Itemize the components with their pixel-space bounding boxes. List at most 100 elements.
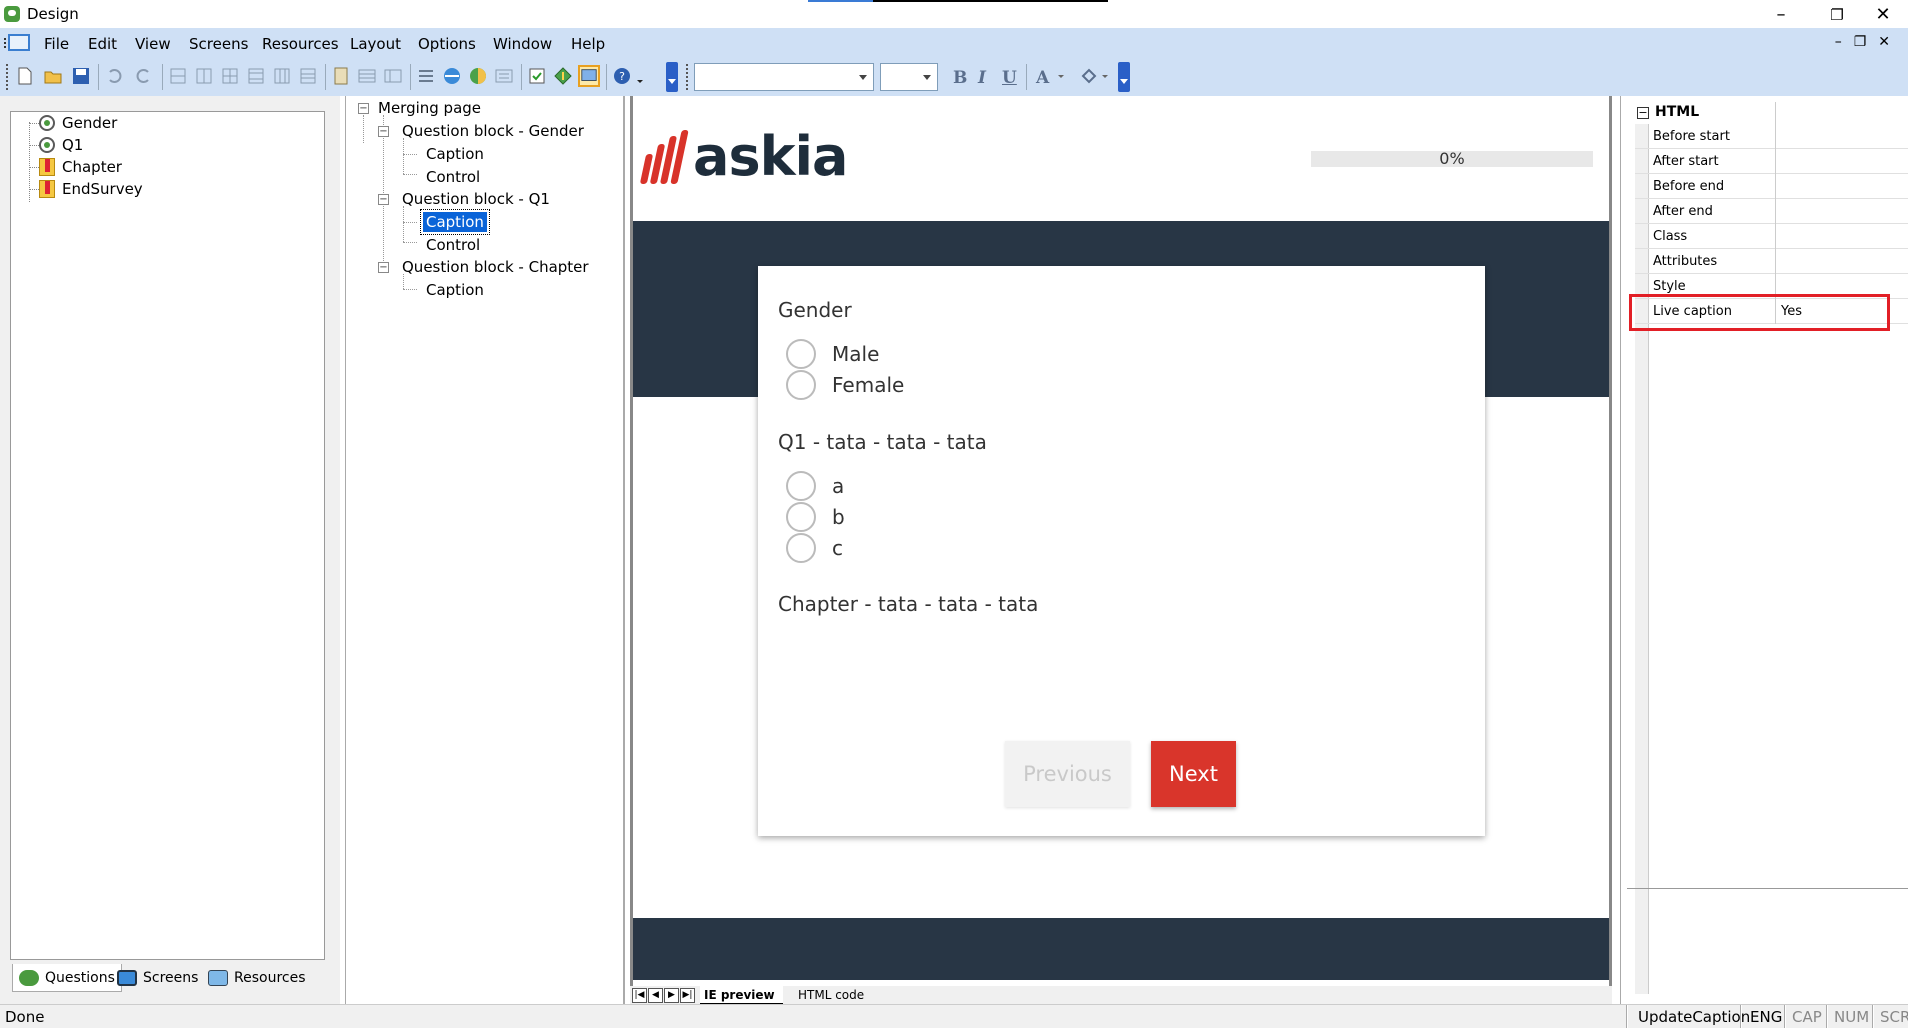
minimize-button[interactable]: – <box>1756 2 1806 28</box>
redo-icon[interactable] <box>133 65 155 87</box>
tree-block-chapter[interactable]: Question block - Chapter <box>402 257 589 277</box>
property-row-attributes[interactable]: Attributes <box>1635 249 1908 274</box>
tab-questions[interactable]: Questions <box>12 964 122 992</box>
option-a[interactable]: a <box>786 471 844 501</box>
tab-html-code[interactable]: HTML code <box>790 986 872 1004</box>
last-tab-icon[interactable]: ▶| <box>680 988 695 1003</box>
radio-button[interactable] <box>786 533 816 563</box>
menu-resources[interactable]: Resources <box>262 35 339 53</box>
panel-splitter[interactable] <box>1627 888 1908 889</box>
tab-ie-preview[interactable]: IE preview <box>700 986 783 1004</box>
option-female[interactable]: Female <box>786 370 904 400</box>
table-settings-icon[interactable] <box>382 65 404 87</box>
restore-button[interactable]: ❐ <box>1812 2 1862 28</box>
question-tree[interactable]: Gender Q1 Chapter EndSurvey <box>10 111 325 960</box>
tree-item-q1[interactable]: Q1 <box>39 134 83 156</box>
option-b[interactable]: b <box>786 502 845 532</box>
insert-grid-icon[interactable] <box>219 65 241 87</box>
fill-color-icon[interactable] <box>1078 65 1100 87</box>
ie-preview-pane[interactable]: askia 0% Gender Male Female Q1 - tata - … <box>630 96 1612 988</box>
tree-node-caption[interactable]: Caption <box>426 280 484 300</box>
tree-node-control[interactable]: Control <box>426 167 480 187</box>
menu-layout[interactable]: Layout <box>350 35 401 53</box>
option-c[interactable]: c <box>786 533 843 563</box>
insert-before-icon[interactable] <box>167 65 189 87</box>
rows-icon[interactable] <box>297 65 319 87</box>
font-size-combo[interactable] <box>880 63 938 91</box>
collapse-toggle[interactable]: − <box>378 262 389 273</box>
tree-node-caption[interactable]: Caption <box>426 144 484 164</box>
tab-resources[interactable]: Resources <box>208 964 306 992</box>
help-icon[interactable]: ? <box>611 65 633 87</box>
layout-grid-icon[interactable] <box>356 65 378 87</box>
font-color-dropdown-icon[interactable] <box>1056 65 1066 87</box>
option-male[interactable]: Male <box>786 339 879 369</box>
mdi-window-controls[interactable]: –❐✕ <box>1835 34 1902 50</box>
format-toolbar-chevron-button[interactable] <box>1118 62 1130 92</box>
collapse-toggle[interactable]: − <box>1637 107 1649 119</box>
close-button[interactable]: ✕ <box>1858 2 1908 28</box>
property-row-after-end[interactable]: After end <box>1635 199 1908 224</box>
preview-screen-icon[interactable] <box>578 65 600 87</box>
save-icon[interactable] <box>70 65 92 87</box>
undo-icon[interactable] <box>103 65 125 87</box>
split-vertical-icon[interactable] <box>245 65 267 87</box>
radio-button[interactable] <box>786 339 816 369</box>
collapse-toggle[interactable]: − <box>378 126 389 137</box>
browser-preview-icon[interactable] <box>441 65 463 87</box>
first-tab-icon[interactable]: |◀ <box>632 988 647 1003</box>
run-icon[interactable] <box>552 65 574 87</box>
format-toolbar-grip[interactable] <box>686 64 690 90</box>
toolbar-chevron-button[interactable] <box>666 62 678 92</box>
property-row-before-end[interactable]: Before end <box>1635 174 1908 199</box>
radio-button[interactable] <box>786 370 816 400</box>
radio-button[interactable] <box>786 502 816 532</box>
validate-icon[interactable] <box>526 65 548 87</box>
next-tab-icon[interactable]: ▶ <box>664 988 679 1003</box>
next-button[interactable]: Next <box>1151 741 1236 807</box>
italic-icon[interactable]: I <box>978 68 986 88</box>
toolbar-overflow-icon[interactable] <box>635 65 645 87</box>
underline-icon[interactable]: U <box>1002 68 1017 88</box>
tree-node-caption-selected[interactable]: Caption <box>420 209 490 235</box>
tree-item-gender[interactable]: Gender <box>39 112 117 134</box>
menu-screens[interactable]: Screens <box>189 35 248 53</box>
document-window-icon[interactable] <box>4 34 30 51</box>
insert-after-icon[interactable] <box>193 65 215 87</box>
tree-item-chapter[interactable]: Chapter <box>39 156 122 178</box>
tab-screens[interactable]: Screens <box>117 964 198 992</box>
bold-icon[interactable]: B <box>953 68 967 88</box>
new-file-icon[interactable] <box>14 65 36 87</box>
tree-node-control[interactable]: Control <box>426 235 480 255</box>
tree-block-gender[interactable]: Question block - Gender <box>402 121 584 141</box>
menu-edit[interactable]: Edit <box>88 35 117 53</box>
property-row-before-start[interactable]: Before start <box>1635 124 1908 149</box>
prev-tab-icon[interactable]: ◀ <box>648 988 663 1003</box>
globe-icon[interactable] <box>467 65 489 87</box>
page-icon[interactable] <box>330 65 352 87</box>
collapse-toggle[interactable]: − <box>378 194 389 205</box>
tree-item-endsurvey[interactable]: EndSurvey <box>39 178 143 200</box>
property-row-after-start[interactable]: After start <box>1635 149 1908 174</box>
menu-view[interactable]: View <box>135 35 171 53</box>
property-section-header[interactable]: − HTML <box>1635 102 1908 124</box>
font-family-combo[interactable] <box>694 63 874 91</box>
font-color-icon[interactable]: A <box>1036 68 1049 88</box>
structure-tree-panel[interactable]: − Merging page − Question block - Gender… <box>345 96 625 1004</box>
collapse-toggle[interactable]: − <box>358 103 369 114</box>
previous-button[interactable]: Previous <box>1005 741 1130 807</box>
menu-options[interactable]: Options <box>418 35 476 53</box>
property-row-class[interactable]: Class <box>1635 224 1908 249</box>
menu-help[interactable]: Help <box>571 35 605 53</box>
radio-button[interactable] <box>786 471 816 501</box>
toolbar-grip[interactable] <box>6 64 10 90</box>
tree-block-q1[interactable]: Question block - Q1 <box>402 189 550 209</box>
fill-color-dropdown-icon[interactable] <box>1100 65 1110 87</box>
menu-file[interactable]: File <box>44 35 69 53</box>
form-icon[interactable] <box>493 65 515 87</box>
list-icon[interactable] <box>415 65 437 87</box>
menu-window[interactable]: Window <box>493 35 552 53</box>
open-folder-icon[interactable] <box>42 65 64 87</box>
columns-icon[interactable] <box>271 65 293 87</box>
tree-root-merging-page[interactable]: Merging page <box>378 98 481 118</box>
